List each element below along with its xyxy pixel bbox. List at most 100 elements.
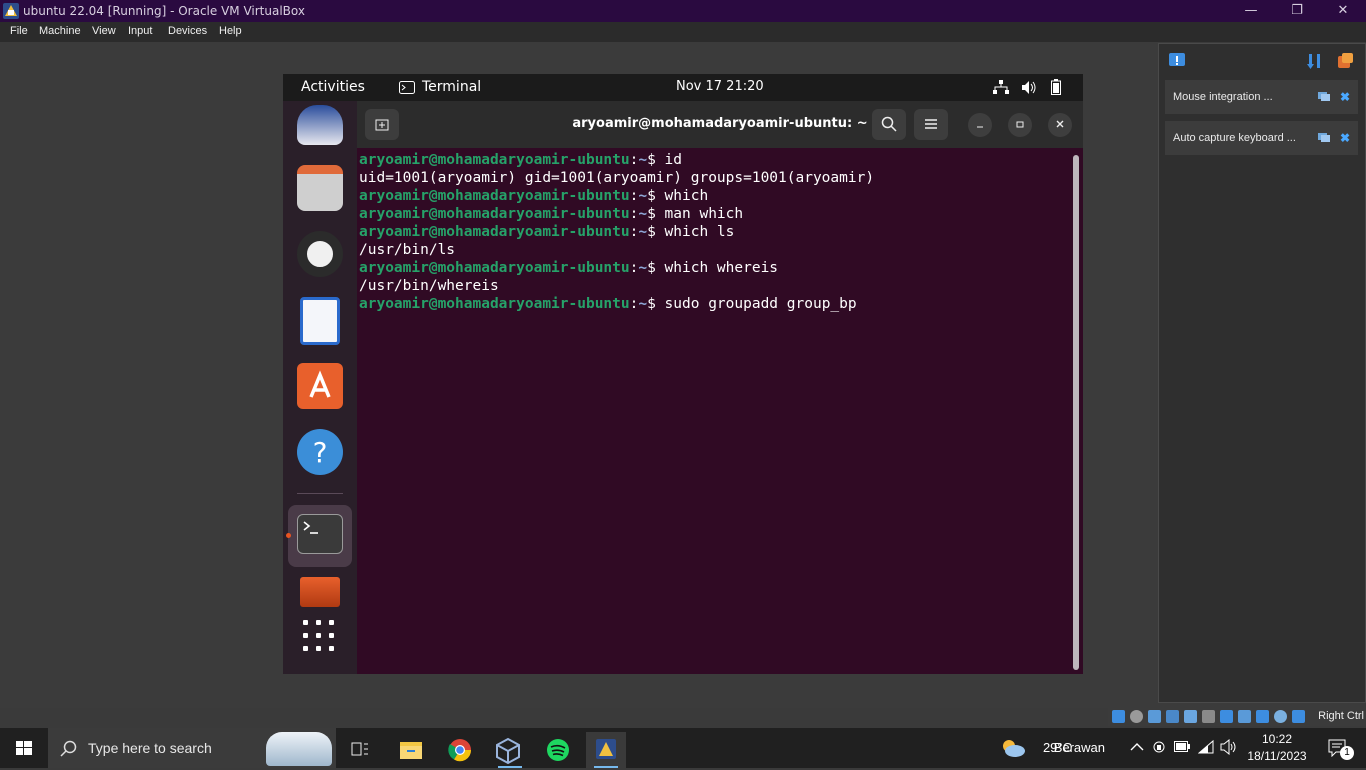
prompt-command: $ which: [647, 188, 709, 204]
minimize-button[interactable]: [968, 113, 992, 137]
menu-machine[interactable]: Machine: [39, 25, 81, 37]
question-mark-icon: ?: [313, 436, 328, 469]
chrome-icon[interactable]: [440, 732, 480, 768]
maximize-icon: [1016, 121, 1024, 128]
battery-icon[interactable]: [1051, 79, 1061, 95]
terminal-output[interactable]: aryoamir@mohamadaryoamir-ubuntu:~$ id uid…: [359, 151, 1071, 671]
menu-file[interactable]: File: [10, 25, 28, 37]
chevron-up-icon[interactable]: [1130, 742, 1144, 752]
sort-icon[interactable]: [1307, 52, 1323, 70]
shared-folders-icon[interactable]: [1202, 710, 1215, 723]
terminal-window: aryoamir@mohamadaryoamir-ubuntu: ~ aryoa…: [357, 101, 1083, 674]
pin-icon[interactable]: [1318, 132, 1330, 143]
search-button[interactable]: [872, 109, 906, 140]
prompt-command: $ man which: [647, 206, 744, 222]
show-apps-icon[interactable]: [302, 619, 336, 653]
search-icon: [881, 116, 897, 132]
help-icon[interactable]: ?: [297, 429, 343, 475]
files-icon[interactable]: [297, 165, 343, 211]
menu-view[interactable]: View: [92, 25, 116, 37]
terminal-icon: [297, 514, 343, 554]
host-key-label: Right Ctrl: [1318, 710, 1364, 722]
vbox-titlebar: ubuntu 22.04 [Running] - Oracle VM Virtu…: [0, 0, 1366, 22]
clock[interactable]: Nov 17 21:20: [676, 79, 764, 94]
libreoffice-writer-icon[interactable]: [300, 297, 340, 345]
meet-now-icon[interactable]: [1151, 739, 1167, 755]
taskbar-search[interactable]: Type here to search: [48, 728, 336, 768]
battery-icon[interactable]: [1174, 741, 1190, 752]
menubar: File Machine View Input Devices Help: [0, 22, 1366, 42]
virtualbox-active-indicator: [490, 732, 530, 768]
terminal-app-icon: [399, 81, 415, 94]
minimize-icon: [977, 126, 983, 128]
thunderbird-icon[interactable]: [297, 105, 343, 145]
spotify-icon[interactable]: [538, 732, 578, 768]
virtualbox-vm-taskbar-item[interactable]: [586, 732, 626, 768]
clear-all-icon[interactable]: [1336, 52, 1354, 70]
rhythmbox-icon[interactable]: [297, 231, 343, 277]
dismiss-button[interactable]: ✖: [1340, 121, 1350, 155]
taskbar-time[interactable]: 10:22: [1247, 732, 1307, 746]
terminal-command-line: aryoamir@mohamadaryoamir-ubuntu:~$ sudo …: [359, 295, 1071, 313]
prompt-glyph-icon: [303, 521, 318, 534]
prompt-command: $ which ls: [647, 224, 735, 240]
usb-icon[interactable]: [1184, 710, 1197, 723]
network-icon[interactable]: [1166, 710, 1179, 723]
store-glyph-icon: [309, 370, 331, 398]
prompt-path: ~: [638, 260, 648, 276]
prompt-path: ~: [638, 206, 648, 222]
notification-center: Mouse integration ... ✖ Auto capture key…: [1158, 43, 1366, 703]
activities-button[interactable]: Activities: [301, 79, 365, 95]
prompt-path: ~: [638, 152, 648, 168]
audio-icon[interactable]: [1148, 710, 1161, 723]
virtualbox-icon: [3, 3, 19, 19]
pin-icon[interactable]: [1318, 91, 1330, 102]
prompt-path: ~: [638, 224, 648, 240]
terminal-command-line: aryoamir@mohamadaryoamir-ubuntu:~$ man w…: [359, 205, 1071, 223]
file-explorer-icon[interactable]: [390, 732, 430, 768]
recording-icon[interactable]: [1238, 710, 1251, 723]
wifi-icon[interactable]: [1198, 739, 1214, 755]
menu-input[interactable]: Input: [128, 25, 152, 37]
app-menu[interactable]: Terminal: [422, 79, 481, 95]
notification-mouse-integration[interactable]: Mouse integration ... ✖: [1165, 80, 1358, 114]
trash-icon[interactable]: [300, 577, 340, 607]
hard-disk-icon[interactable]: [1112, 710, 1125, 723]
volume-icon[interactable]: [1021, 80, 1037, 95]
weather-cloud-icon[interactable]: [1000, 738, 1026, 758]
app-center-icon[interactable]: [297, 363, 343, 409]
svg-text:?: ?: [313, 436, 328, 469]
optical-drive-icon[interactable]: [1130, 710, 1143, 723]
search-placeholder: Type here to search: [88, 740, 212, 756]
notification-icon[interactable]: [1168, 52, 1186, 70]
network-icon[interactable]: [993, 80, 1009, 95]
prompt-command: $ which whereis: [647, 260, 779, 276]
hamburger-icon: [925, 119, 937, 129]
terminal-output-line: uid=1001(aryoamir) gid=1001(aryoamir) gr…: [359, 170, 875, 186]
prompt-user-host: aryoamir@mohamadaryoamir-ubuntu: [359, 224, 630, 240]
notification-auto-capture-keyboard[interactable]: Auto capture keyboard ... ✖: [1165, 121, 1358, 155]
dock-item-terminal-active[interactable]: [288, 505, 352, 567]
display-icon[interactable]: [1220, 710, 1233, 723]
task-view-icon[interactable]: [340, 732, 380, 768]
menu-help[interactable]: Help: [219, 25, 242, 37]
windows-start-icon[interactable]: [0, 728, 48, 768]
close-button[interactable]: ✕: [1320, 0, 1366, 22]
speaker-icon[interactable]: [1220, 739, 1238, 755]
menu-devices[interactable]: Devices: [168, 25, 207, 37]
prompt-user-host: aryoamir@mohamadaryoamir-ubuntu: [359, 152, 630, 168]
taskbar-date[interactable]: 18/11/2023: [1247, 749, 1307, 763]
terminal-scrollbar[interactable]: [1073, 155, 1079, 670]
dismiss-button[interactable]: ✖: [1340, 80, 1350, 114]
keyboard-capture-icon[interactable]: [1292, 710, 1305, 723]
cpu-icon[interactable]: [1256, 710, 1269, 723]
mouse-integration-icon[interactable]: [1274, 710, 1287, 723]
notification-label: Auto capture keyboard ...: [1173, 132, 1296, 144]
minimize-button[interactable]: —: [1228, 0, 1274, 22]
weather-condition[interactable]: Berawan: [1054, 740, 1105, 755]
restore-button[interactable]: ❐: [1274, 0, 1320, 22]
menu-button[interactable]: [914, 109, 948, 140]
maximize-button[interactable]: [1008, 113, 1032, 137]
search-highlight-image: [266, 732, 332, 766]
close-button[interactable]: [1048, 113, 1072, 137]
